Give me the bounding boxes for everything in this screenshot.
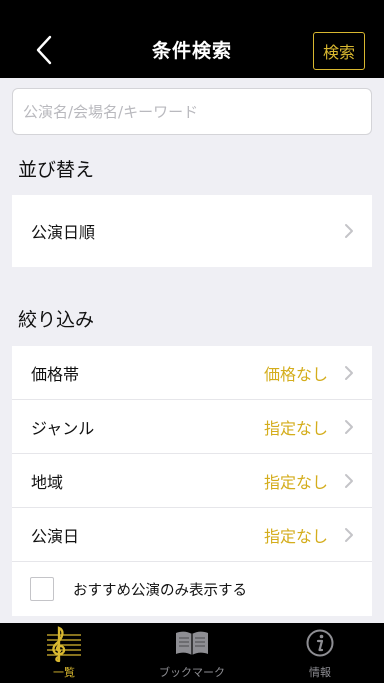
filter-row-performance-date[interactable]: 公演日 指定なし [12,508,372,562]
chevron-right-icon [345,419,353,434]
info-icon [305,623,335,663]
nav-bar: 条件検索 検索 [0,0,384,78]
book-icon [174,623,210,663]
filter-section-heading: 絞り込み [18,309,95,331]
filter-row-genre[interactable]: ジャンル 指定なし [12,400,372,454]
chevron-right-icon [345,527,353,542]
recommended-only-row: おすすめ公演のみ表示する [12,562,372,616]
filter-label: 公演日 [31,526,80,546]
filter-card: 価格帯 価格なし ジャンル 指定なし 地域 指定なし 公演日 指定なし おすすめ… [12,346,372,616]
tab-bookmarks[interactable]: ブックマーク [128,623,256,683]
filter-label: 価格帯 [31,364,80,384]
recommended-only-label: おすすめ公演のみ表示する [73,582,247,599]
filter-row-region[interactable]: 地域 指定なし [12,454,372,508]
tab-label: 一覧 [53,666,75,679]
filter-value: 指定なし [263,472,328,492]
filter-value: 指定なし [263,526,328,546]
filter-value: 指定なし [263,418,328,438]
chevron-right-icon [345,224,353,238]
tab-label: ブックマーク [159,666,225,679]
treble-clef-icon [44,623,84,663]
chevron-right-icon [345,473,353,488]
filter-row-price-range[interactable]: 価格帯 価格なし [12,346,372,400]
keyword-search-input[interactable] [12,88,372,135]
sort-option-label: 公演日順 [31,223,96,242]
filter-value: 価格なし [263,364,328,384]
search-button[interactable]: 検索 [313,32,365,70]
filter-label: 地域 [31,472,64,492]
filter-label: ジャンル [31,418,95,438]
sort-section-heading: 並び替え [18,159,95,181]
tab-label: 情報 [309,666,331,679]
sort-option-performance-date[interactable]: 公演日順 [12,195,372,267]
chevron-right-icon [345,365,353,380]
sort-card: 公演日順 [12,195,372,267]
recommended-only-checkbox[interactable] [30,577,54,601]
tab-info[interactable]: 情報 [256,623,384,683]
tab-bar: 一覧 ブックマーク 情報 [0,623,384,683]
tab-list[interactable]: 一覧 [0,623,128,683]
search-form: 並び替え 公演日順 絞り込み 価格帯 価格なし ジャンル 指定なし 地域 指定な… [0,78,384,623]
